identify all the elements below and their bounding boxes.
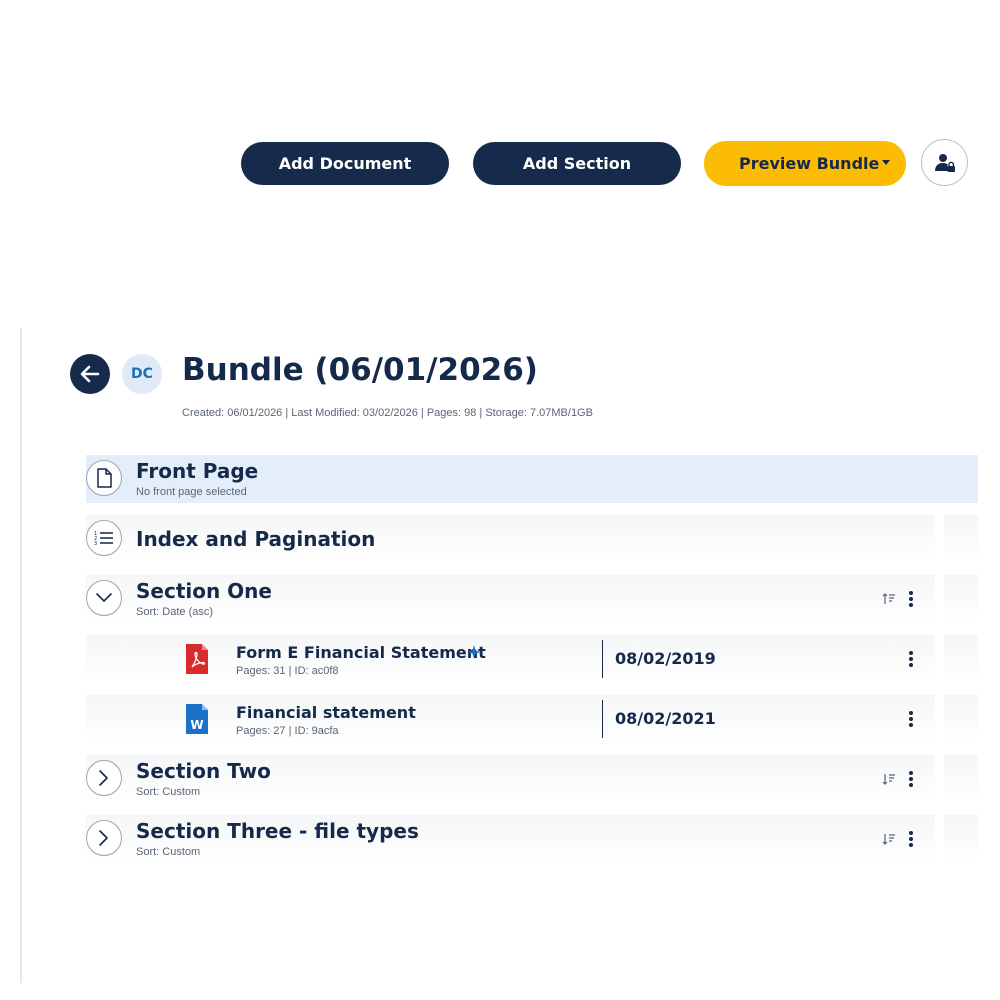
row-extension: [944, 695, 978, 743]
preview-bundle-button[interactable]: Preview Bundle: [704, 141, 906, 186]
back-button[interactable]: [70, 354, 110, 394]
row-extension: [944, 575, 978, 623]
add-section-button[interactable]: Add Section: [473, 142, 681, 185]
more-options-icon[interactable]: [908, 591, 914, 607]
add-document-button[interactable]: Add Document: [241, 142, 449, 185]
front-page-subtitle: No front page selected: [136, 486, 247, 498]
svg-text:3: 3: [94, 541, 97, 546]
sort-ascending-icon[interactable]: [882, 592, 896, 606]
divider: [602, 640, 603, 678]
index-title: Index and Pagination: [136, 527, 376, 551]
numbered-list-icon: 1 2 3: [94, 531, 113, 546]
document-date: 08/02/2019: [615, 649, 716, 668]
document-meta: Pages: 27 | ID: 9acfa: [236, 725, 339, 737]
arrow-left-icon: [80, 365, 100, 383]
row-extension: [944, 515, 978, 563]
row-extension: [944, 755, 978, 803]
user-lock-button[interactable]: [921, 139, 968, 186]
sparkle-icon[interactable]: [467, 645, 481, 659]
front-page-title: Front Page: [136, 459, 259, 483]
bundle-meta: Created: 06/01/2026 | Last Modified: 03/…: [182, 407, 593, 419]
document-icon: [97, 468, 112, 488]
sort-custom-icon[interactable]: [882, 832, 896, 846]
section-one-row[interactable]: Section One Sort: Date (asc): [86, 575, 935, 623]
more-options-icon[interactable]: [908, 711, 914, 727]
svg-text:W: W: [190, 718, 203, 732]
document-title: Form E Financial Statement: [236, 643, 486, 662]
avatar: DC: [122, 354, 162, 394]
section-two-row[interactable]: Section Two Sort: Custom: [86, 755, 935, 803]
section-one-toggle[interactable]: [86, 580, 122, 616]
more-options-icon[interactable]: [908, 771, 914, 787]
section-two-toggle[interactable]: [86, 760, 122, 796]
index-icon-button[interactable]: 1 2 3: [86, 520, 122, 556]
section-three-sort: Sort: Custom: [136, 846, 201, 858]
section-three-toggle[interactable]: [86, 820, 122, 856]
preview-bundle-label: Preview Bundle: [739, 154, 880, 173]
sort-custom-icon[interactable]: [882, 772, 896, 786]
word-icon: W: [186, 704, 208, 734]
section-one-sort: Sort: Date (asc): [136, 606, 214, 618]
user-lock-icon: [934, 153, 955, 172]
more-options-icon[interactable]: [908, 651, 914, 667]
front-page-icon-button[interactable]: [86, 460, 122, 496]
page-title: Bundle (06/01/2026): [182, 352, 538, 388]
index-pagination-row[interactable]: 1 2 3 Index and Pagination: [86, 515, 935, 563]
toolbar: Add Document Add Section Preview Bundle: [0, 139, 1000, 188]
row-extension: [944, 635, 978, 683]
chevron-right-icon: [99, 830, 108, 846]
section-one-title: Section One: [136, 579, 272, 603]
document-meta: Pages: 31 | ID: ac0f8: [236, 665, 339, 677]
divider: [602, 700, 603, 738]
chevron-down-icon: [96, 593, 112, 602]
section-two-title: Section Two: [136, 759, 271, 783]
row-extension: [944, 815, 978, 863]
caret-down-icon[interactable]: [882, 160, 890, 165]
section-three-row[interactable]: Section Three - file types Sort: Custom: [86, 815, 935, 863]
section-three-title: Section Three - file types: [136, 819, 419, 843]
document-row[interactable]: W Financial statement Pages: 27 | ID: 9a…: [86, 695, 935, 743]
document-date: 08/02/2021: [615, 709, 716, 728]
front-page-row[interactable]: Front Page No front page selected: [86, 455, 978, 503]
chevron-right-icon: [99, 770, 108, 786]
document-row[interactable]: Form E Financial Statement Pages: 31 | I…: [86, 635, 935, 683]
more-options-icon[interactable]: [908, 831, 914, 847]
document-title: Financial statement: [236, 703, 416, 722]
section-two-sort: Sort: Custom: [136, 786, 201, 798]
pdf-icon: [186, 644, 208, 674]
